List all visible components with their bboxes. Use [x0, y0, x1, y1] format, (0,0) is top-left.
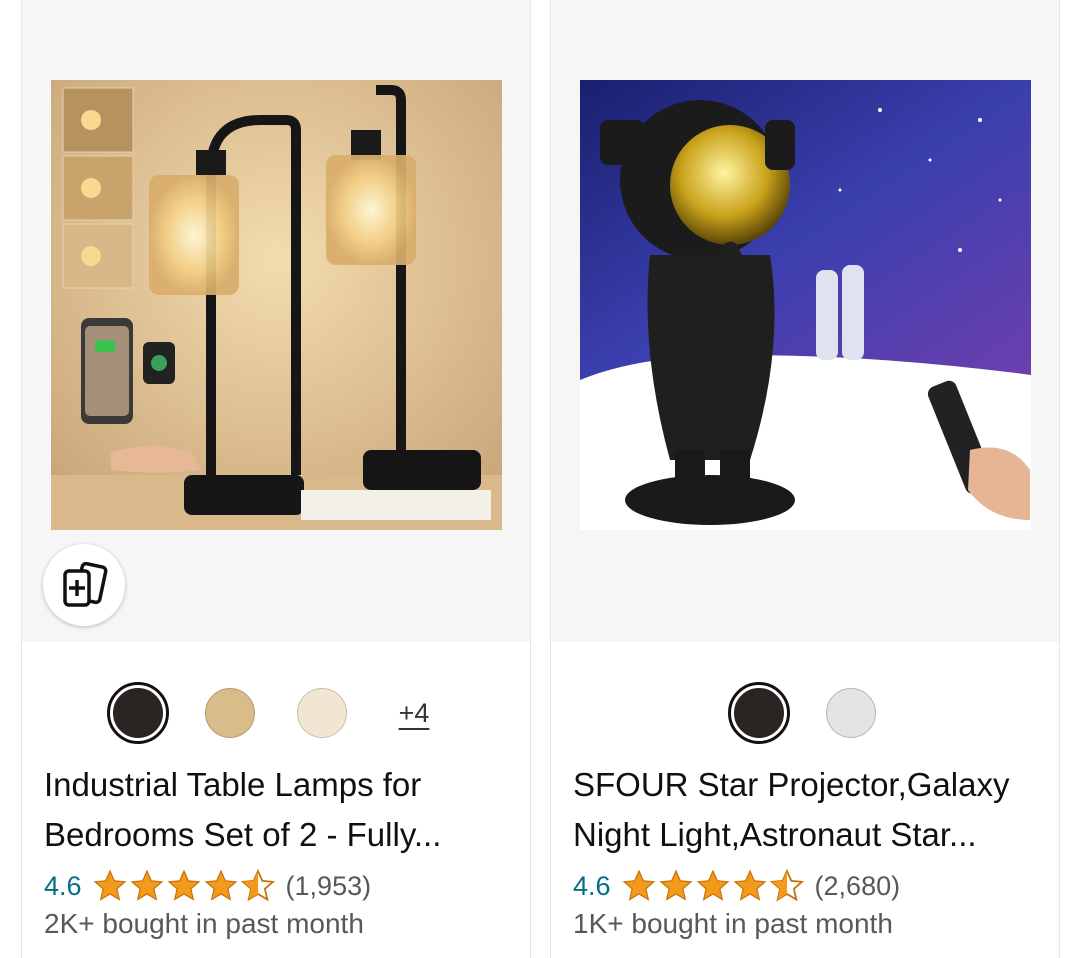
add-to-compare-button[interactable]: [43, 544, 125, 626]
product-grid: +4 Industrial Table Lamps for Bedrooms S…: [0, 0, 1080, 958]
swatch-option-3[interactable]: [291, 682, 353, 744]
swatch-color-black: [734, 688, 784, 738]
color-swatches: +4: [22, 682, 530, 744]
star-full-icon: [130, 869, 164, 901]
product-image-area[interactable]: [22, 0, 530, 642]
rating-row[interactable]: 4.6 (1,953): [44, 864, 371, 908]
star-full-icon: [167, 869, 201, 901]
compare-cards-icon: [63, 562, 108, 607]
bought-count: 2K+ bought in past month: [44, 908, 364, 939]
star-full-icon: [93, 869, 127, 901]
star-full-icon: [696, 869, 730, 901]
star-rating: [621, 868, 805, 904]
rating-row[interactable]: 4.6 (2,680): [573, 864, 900, 908]
star-half-icon: [240, 868, 275, 902]
swatch-color-white: [826, 688, 876, 738]
swatch-color-black: [113, 688, 163, 738]
rating-value: 4.6: [44, 870, 82, 901]
bought-count: 1K+ bought in past month: [573, 908, 893, 939]
product-card-lamps[interactable]: +4 Industrial Table Lamps for Bedrooms S…: [21, 0, 531, 958]
product-title[interactable]: SFOUR Star Projector,Galaxy Night Light,…: [573, 760, 1043, 860]
product-card-projector[interactable]: SFOUR Star Projector,Galaxy Night Light,…: [550, 0, 1060, 958]
star-full-icon: [659, 869, 693, 901]
review-count: (2,680): [814, 870, 901, 901]
review-count: (1,953): [285, 870, 372, 901]
product-title[interactable]: Industrial Table Lamps for Bedrooms Set …: [44, 760, 514, 860]
more-colors-link[interactable]: +4: [383, 698, 445, 729]
swatch-option-1[interactable]: [728, 682, 790, 744]
swatch-color-cream: [297, 688, 347, 738]
swatch-option-1[interactable]: [107, 682, 169, 744]
star-full-icon: [622, 869, 656, 901]
star-full-icon: [733, 869, 767, 901]
star-half-icon: [769, 868, 804, 902]
color-swatches: [551, 682, 1059, 744]
swatch-option-2[interactable]: [820, 682, 882, 744]
star-rating: [92, 868, 276, 904]
star-full-icon: [204, 869, 238, 901]
rating-value: 4.6: [573, 870, 611, 901]
swatch-option-2[interactable]: [199, 682, 261, 744]
swatch-color-gold: [205, 688, 255, 738]
product-image-projector[interactable]: [580, 80, 1031, 530]
product-image-lamps[interactable]: [51, 80, 502, 530]
product-image-area[interactable]: [551, 0, 1059, 642]
